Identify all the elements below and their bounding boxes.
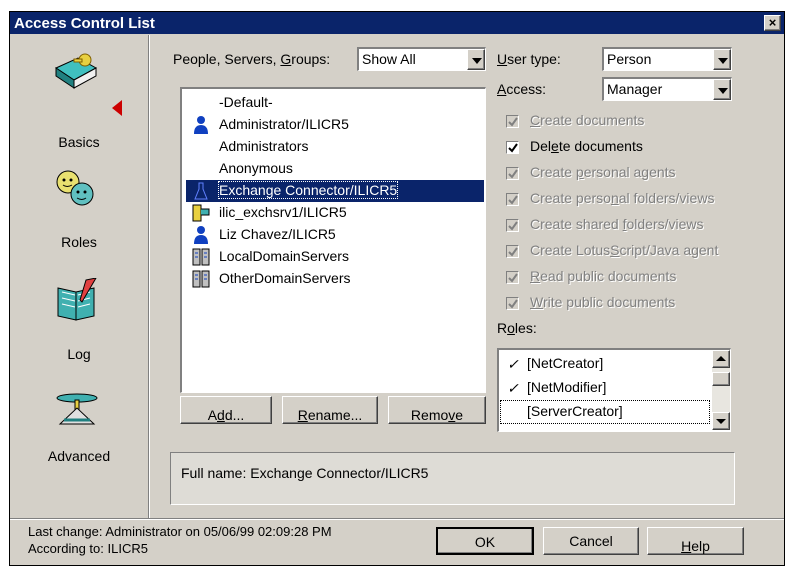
user-type-dropdown[interactable]: Person (602, 47, 732, 71)
write-public-documents-checkbox[interactable]: Write public documents (506, 293, 766, 315)
chevron-down-icon[interactable] (467, 49, 485, 70)
full-name-panel: Full name: Exchange Connector/ILICR5 (170, 452, 735, 505)
sidebar-item-advanced[interactable]: Advanced (10, 386, 148, 476)
close-button[interactable]: × (764, 15, 781, 31)
list-item[interactable]: Liz Chavez/ILICR5 (186, 224, 484, 246)
create-documents-checkbox[interactable]: Create documents (506, 111, 766, 133)
chevron-up-icon (716, 356, 726, 361)
access-value: Manager (607, 81, 663, 97)
according-to-text: According to: ILICR5 (28, 541, 148, 556)
bottom-divider (10, 518, 784, 520)
sidebar-item-roles[interactable]: Roles (10, 162, 148, 262)
full-name-text: Full name: Exchange Connector/ILICR5 (181, 465, 429, 481)
checkmark-icon: ✓ (507, 356, 519, 372)
sidebar-label-advanced: Advanced (47, 448, 111, 464)
log-book-icon (57, 278, 97, 321)
list-item[interactable]: -Default- (186, 92, 484, 114)
book-key-icon (54, 53, 98, 89)
scroll-down-button[interactable] (712, 412, 730, 430)
read-public-documents-checkbox[interactable]: Read public documents (506, 267, 766, 289)
cancel-button[interactable]: Cancel (543, 527, 639, 555)
chevron-down-icon[interactable] (713, 49, 731, 70)
roles-label: Roles: (497, 320, 537, 336)
sidebar-item-basics[interactable]: Basics (10, 40, 148, 150)
list-item[interactable]: Administrators (186, 136, 484, 158)
access-dropdown[interactable]: Manager (602, 77, 732, 101)
checkmark-icon (508, 273, 518, 283)
flask-icon (194, 182, 208, 200)
list-item[interactable]: Anonymous (186, 158, 484, 180)
list-item[interactable]: LocalDomainServers (186, 246, 484, 268)
role-item[interactable]: ✓ [NetCreator] (501, 353, 709, 375)
person-icon (194, 116, 208, 134)
sidebar-divider (148, 35, 150, 518)
checkmark-icon (508, 195, 518, 205)
sidebar-item-log[interactable]: Log (10, 274, 148, 374)
checkmark-icon (508, 221, 518, 231)
dialog-title: Access Control List (14, 15, 155, 32)
ok-button[interactable]: OK (436, 527, 534, 555)
list-item[interactable]: Administrator/ILICR5 (186, 114, 484, 136)
chevron-down-icon (716, 419, 726, 424)
server-icon (192, 204, 210, 222)
role-item[interactable]: [ServerCreator] (500, 400, 710, 424)
title-bar: Access Control List × (10, 12, 784, 34)
entries-list[interactable]: -Default- Administrator/ILICR5 Administr… (180, 87, 486, 393)
sidebar-label-basics: Basics (58, 134, 100, 150)
list-item[interactable]: ilic_exchsrv1/ILICR5 (186, 202, 484, 224)
add-button-label: Add... (207, 407, 245, 423)
user-type-label: User type: (497, 51, 561, 67)
checkmark-icon (508, 247, 518, 257)
server-group-icon (192, 248, 210, 266)
create-personal-folders-checkbox[interactable]: Create personal folders/views (506, 189, 766, 211)
sidebar-label-log: Log (67, 346, 91, 362)
remove-button-label: Remove (410, 407, 464, 423)
list-item-selected[interactable]: Exchange Connector/ILICR5 (186, 180, 484, 202)
remove-button[interactable]: Remove (388, 396, 486, 424)
user-type-value: Person (607, 51, 652, 67)
ok-button-label: OK (474, 534, 496, 550)
checkmark-icon: ✓ (507, 380, 519, 396)
checkmark-icon (508, 169, 518, 179)
role-item[interactable]: ✓ [NetModifier] (501, 377, 709, 399)
roles-faces-icon (56, 170, 94, 206)
rename-button[interactable]: Rename... (282, 396, 378, 424)
cancel-button-label: Cancel (569, 533, 613, 549)
roles-list[interactable]: ✓ [NetCreator] ✓ [NetModifier] [ServerCrea… (497, 348, 731, 432)
person-icon (194, 226, 208, 244)
sidebar-label-roles: Roles (61, 234, 97, 250)
advanced-propeller-icon (56, 393, 98, 425)
checkmark-icon (508, 117, 518, 127)
create-personal-agents-checkbox[interactable]: Create personal agents (506, 163, 766, 185)
scroll-up-button[interactable] (712, 350, 730, 368)
rename-button-label: Rename... (297, 407, 363, 423)
filter-dropdown[interactable]: Show All (357, 47, 486, 71)
filter-label: People, Servers, Groups: (173, 51, 331, 67)
add-button[interactable]: Add... (180, 396, 272, 424)
acl-dialog: Access Control List × Basics Roles Log A… (9, 11, 785, 566)
checkmark-icon (508, 143, 518, 153)
access-label: Access: (497, 81, 547, 97)
chevron-down-icon[interactable] (713, 79, 731, 100)
roles-scrollbar[interactable] (712, 350, 730, 430)
delete-documents-checkbox[interactable]: Delete documents (506, 137, 766, 159)
create-lotusscript-agent-checkbox[interactable]: Create LotusScript/Java agent (506, 241, 766, 263)
filter-value: Show All (362, 51, 416, 67)
list-item[interactable]: OtherDomainServers (186, 268, 484, 290)
checkmark-icon (508, 299, 518, 309)
create-shared-folders-checkbox[interactable]: Create shared folders/views (506, 215, 766, 237)
selection-arrow-icon (112, 100, 122, 116)
scroll-thumb[interactable] (712, 372, 730, 386)
help-button-label: Help (681, 538, 710, 554)
server-group-icon (192, 270, 210, 288)
close-icon: × (768, 15, 777, 30)
help-button[interactable]: Help (647, 527, 744, 555)
last-change-text: Last change: Administrator on 05/06/99 0… (28, 524, 332, 539)
